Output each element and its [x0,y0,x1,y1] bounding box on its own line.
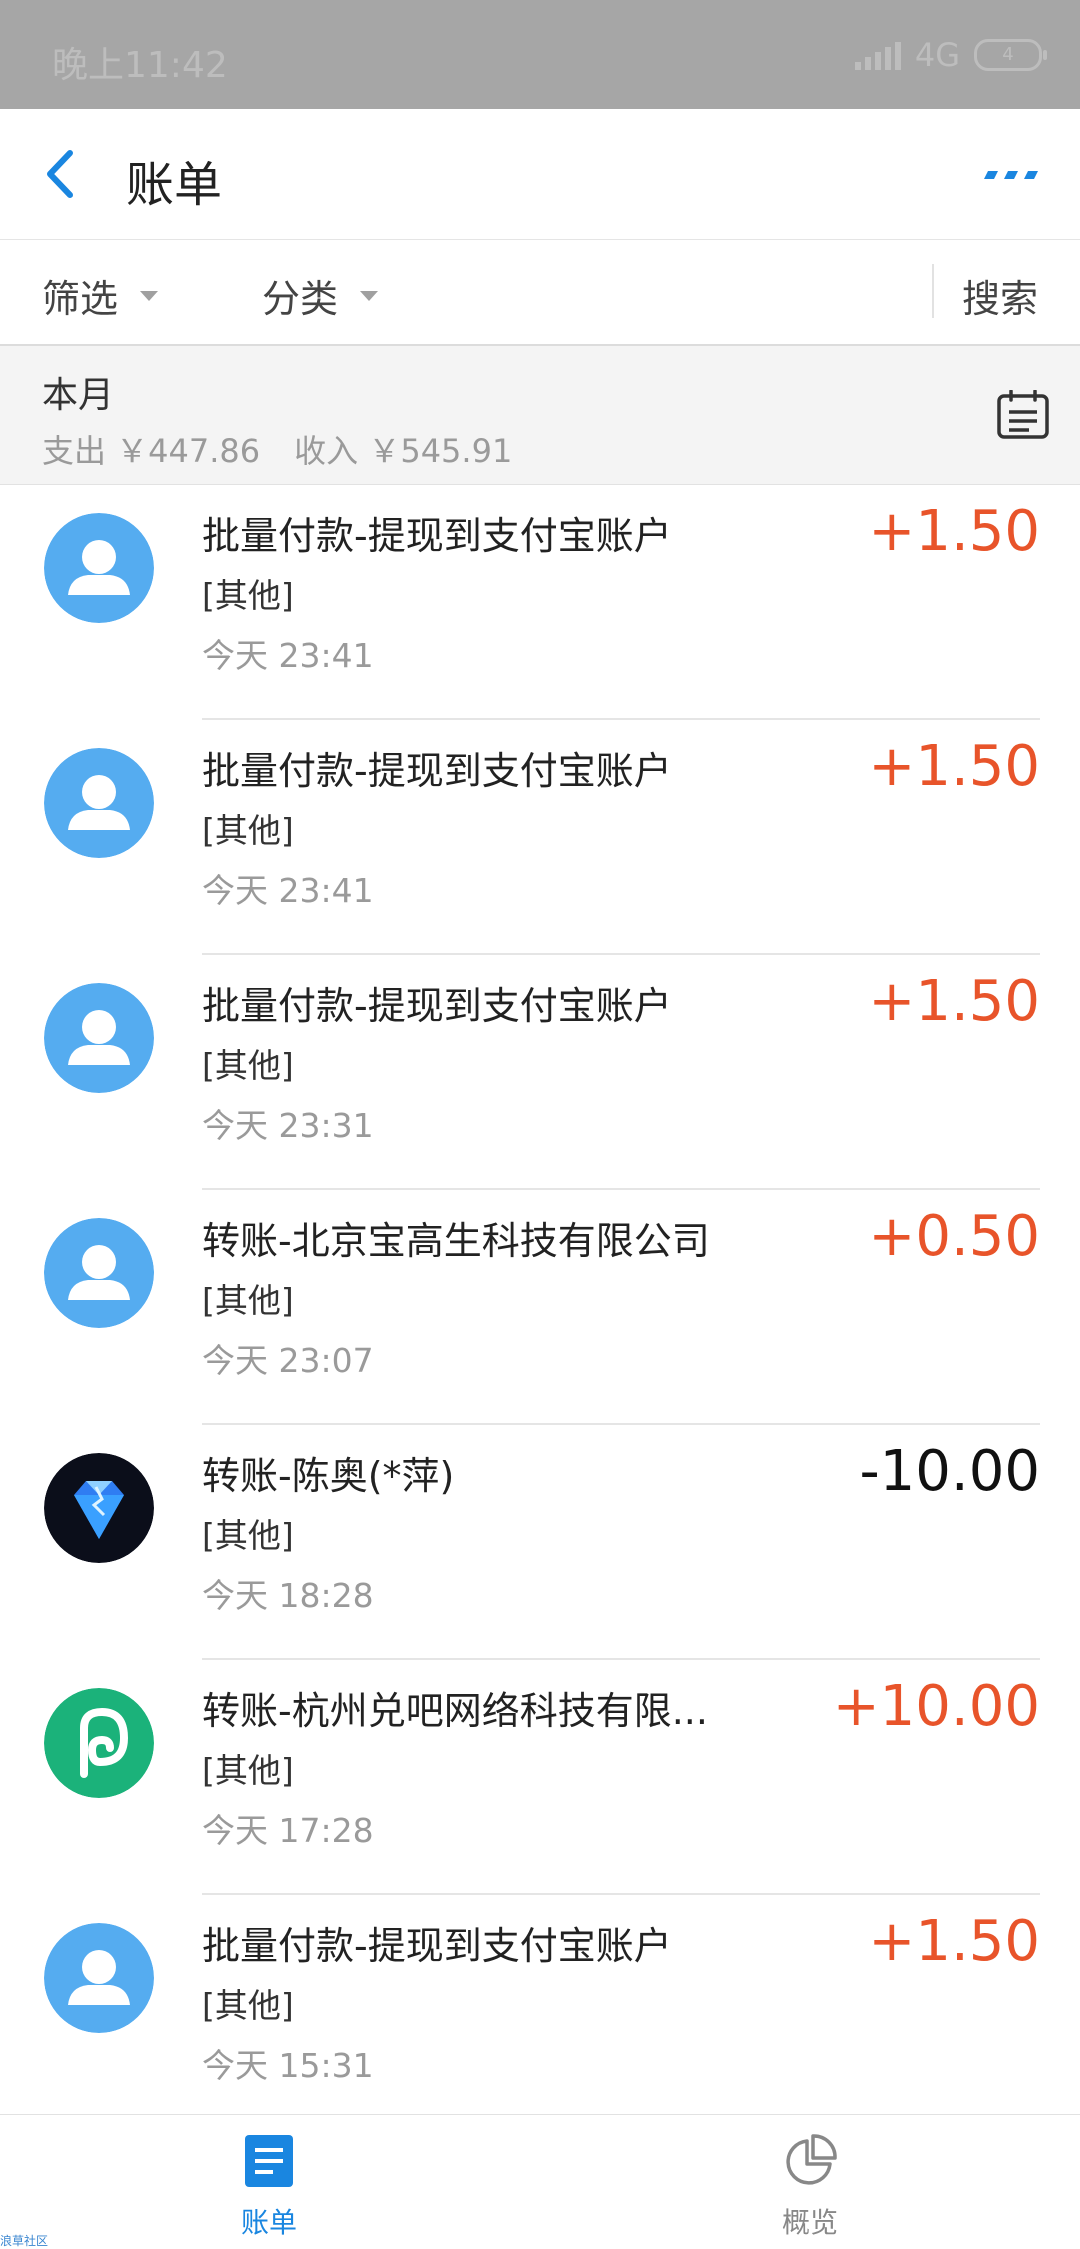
network-type: 4G [914,36,960,74]
transaction-category: [其他] [202,1281,294,1320]
filter-dropdown[interactable]: 筛选 [42,268,159,323]
back-button[interactable] [30,141,96,207]
nav-overview[interactable]: 概览 [730,2133,890,2241]
battery-level: 4 [1002,44,1014,65]
transaction-category: [其他] [202,1986,294,2025]
transaction-time: 今天 15:31 [202,2046,374,2085]
month-summary: 本月 支出 ￥447.86 收入 ￥545.91 [0,346,1080,485]
filter-label: 筛选 [42,277,119,321]
caret-down-icon [360,290,379,301]
nav-bills[interactable]: 账单 [189,2133,349,2241]
transaction-amount: +1.50 [868,734,1040,799]
transaction-row[interactable]: 批量付款-提现到支付宝账户 [其他] 今天 15:31 +1.50 [0,1895,1080,2130]
transaction-amount: -10.00 [859,1439,1040,1504]
transaction-name: 批量付款-提现到支付宝账户 [202,514,672,558]
transaction-name: 批量付款-提现到支付宝账户 [202,984,672,1028]
transaction-amount: +0.50 [868,1204,1040,1269]
transaction-time: 今天 23:07 [202,1341,374,1380]
transaction-row[interactable]: 批量付款-提现到支付宝账户 [其他] 今天 23:41 +1.50 [0,720,1080,955]
month-expense: 支出 ￥447.86 [42,432,261,470]
transaction-time: 今天 23:31 [202,1106,374,1145]
transaction-category: [其他] [202,1046,294,1085]
transaction-name: 转账-杭州兑吧网络科技有限... [202,1689,708,1733]
transaction-name: 批量付款-提现到支付宝账户 [202,749,672,793]
battery-icon: 4 [974,39,1047,71]
transaction-list: 批量付款-提现到支付宝账户 [其他] 今天 23:41 +1.50 批量付款-提现到支付… [0,485,1080,2130]
user-avatar-icon [44,1218,154,1328]
user-avatar-icon [44,1923,154,2033]
filter-bar: 筛选 分类 搜索 [0,240,1080,346]
transaction-time: 今天 17:28 [202,1811,374,1850]
transaction-amount: +1.50 [868,969,1040,1034]
transaction-time: 今天 23:41 [202,871,374,910]
month-stats: 支出 ￥447.86 收入 ￥545.91 [42,426,512,472]
watermark: 浪草社区 [0,2234,49,2248]
caret-down-icon [140,290,159,301]
transaction-category: [其他] [202,1751,294,1790]
bill-list-icon [245,2135,293,2187]
user-avatar-icon [44,748,154,858]
transaction-row[interactable]: 转账-陈奥(*萍) [其他] 今天 18:28 -10.00 [0,1425,1080,1660]
transaction-row[interactable]: 批量付款-提现到支付宝账户 [其他] 今天 23:41 +1.50 [0,485,1080,720]
transaction-time: 今天 23:41 [202,636,374,675]
transaction-time: 今天 18:28 [202,1576,374,1615]
transaction-name: 转账-北京宝高生科技有限公司 [202,1219,710,1263]
transaction-row[interactable]: 转账-北京宝高生科技有限公司 [其他] 今天 23:07 +0.50 [0,1190,1080,1425]
chevron-left-icon [47,150,73,198]
calendar-button[interactable] [996,389,1050,440]
more-dots-icon [984,171,1038,179]
divider [932,264,934,318]
category-label: 分类 [262,277,339,321]
transaction-row[interactable]: 批量付款-提现到支付宝账户 [其他] 今天 23:31 +1.50 [0,955,1080,1190]
signal-icon [854,40,901,70]
month-income: 收入 ￥545.91 [294,432,513,470]
title-bar: 账单 [0,109,1080,240]
transaction-category: [其他] [202,811,294,850]
status-bar: 晚上11:42 4G 4 [0,0,1080,109]
bottom-nav: 账单 概览 [0,2114,1080,2249]
status-right: 4G 4 [854,36,1047,74]
transaction-amount: +10.00 [832,1674,1040,1739]
nav-bills-label: 账单 [240,2206,297,2239]
category-dropdown[interactable]: 分类 [262,268,379,323]
transaction-amount: +1.50 [868,499,1040,564]
calendar-icon [997,389,1049,439]
transaction-name: 转账-陈奥(*萍) [202,1454,455,1498]
transaction-name: 批量付款-提现到支付宝账户 [202,1924,672,1968]
brand-logo-avatar [44,1688,154,1798]
pie-chart-icon [786,2134,837,2185]
nav-overview-label: 概览 [781,2206,838,2239]
transaction-amount: +1.50 [868,1909,1040,1974]
page-title: 账单 [126,157,223,213]
transaction-row[interactable]: 转账-杭州兑吧网络科技有限... [其他] 今天 17:28 +10.00 [0,1660,1080,1895]
status-time: 晚上11:42 [52,45,228,86]
transaction-category: [其他] [202,576,294,615]
diamond-avatar-icon [44,1453,154,1563]
user-avatar-icon [44,513,154,623]
user-avatar-icon [44,983,154,1093]
transaction-category: [其他] [202,1516,294,1555]
month-label: 本月 [42,375,115,416]
search-button[interactable]: 搜索 [962,268,1038,323]
more-button[interactable] [980,159,1040,189]
